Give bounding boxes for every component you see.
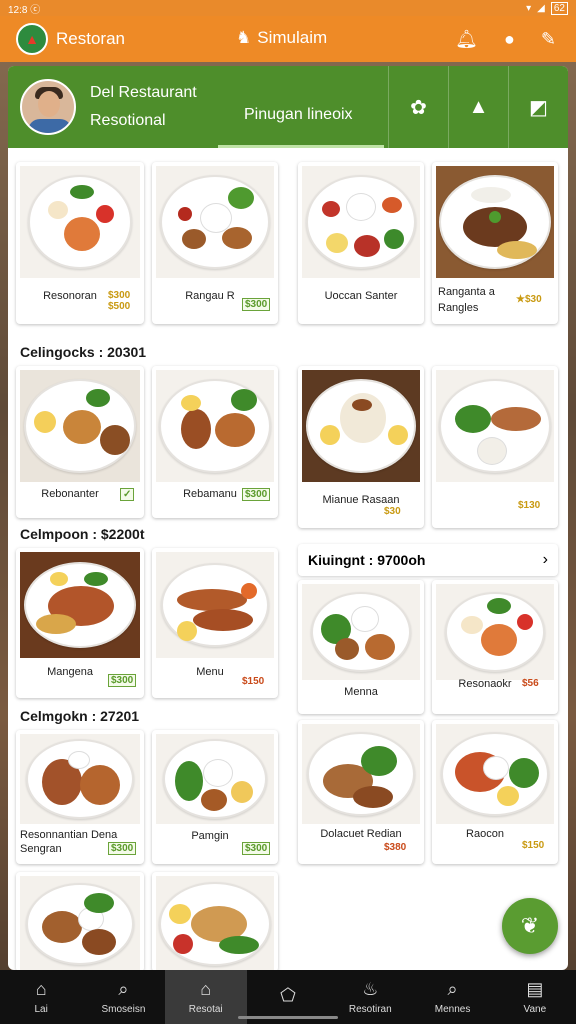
menu-card-price: $300 $500: [108, 290, 131, 312]
menu-card[interactable]: Dolacuet Redian $380: [298, 720, 424, 864]
search-icon: ⌕: [447, 979, 458, 999]
search-icon: ⌕: [118, 979, 129, 999]
menu-card[interactable]: ★ Ranganta a Rangles ★$30: [432, 162, 558, 324]
nav-item-menu[interactable]: ♨ Resotiran: [329, 970, 411, 1024]
menu-card-price: $300: [108, 674, 137, 687]
menu-card-title: Ranganta a Rangles: [438, 286, 495, 314]
notifications-icon[interactable]: 🔔︎: [455, 29, 478, 50]
edit-icon[interactable]: ✎: [541, 29, 556, 50]
share-icon[interactable]: ✿: [388, 66, 448, 148]
menu-card[interactable]: Mianue Rasaan $30: [298, 366, 424, 528]
nav-item-search2[interactable]: ⌕ Mennes: [411, 970, 493, 1024]
menu-card[interactable]: Rangau R $300: [152, 162, 278, 324]
nav-item-search[interactable]: ⌕ Smoseisn: [82, 970, 164, 1024]
menu-card-price: $300: [242, 488, 271, 501]
menu-card[interactable]: [152, 872, 278, 972]
menu-card-price: $300: [242, 842, 271, 855]
battery-icon: 62: [550, 1, 568, 15]
menu-card[interactable]: ✪ Uoccan Santer: [298, 162, 424, 324]
avatar[interactable]: [20, 79, 76, 135]
menu-card[interactable]: Menu $150: [152, 548, 278, 698]
menu-card[interactable]: Resonaokr $56: [432, 580, 558, 714]
menu-card-price: $150: [242, 676, 265, 687]
menu-card-price: ✓: [120, 488, 135, 501]
nav-item-more[interactable]: ▤ Vane: [494, 970, 576, 1024]
menu-card-title: Uoccan Santer: [324, 290, 398, 302]
menu-card-price: $150: [522, 840, 545, 851]
app-logo: ▲: [16, 23, 48, 55]
menu-card-title: Pamgin: [191, 830, 229, 842]
menu-card-title: Raocon: [466, 828, 504, 840]
nav-item-restaurant[interactable]: ⌂ Resotai: [164, 970, 247, 1024]
section-title: Celingocks : 20301: [20, 344, 147, 360]
section-header-bar[interactable]: Kiuingnt : 9700oh ›: [298, 544, 558, 576]
status-time: 12:8 ⓒ: [8, 4, 41, 16]
menu-card-price: $300: [242, 298, 271, 311]
section-title: Celmpoon : $2200t: [20, 526, 145, 542]
home-icon: ⌂: [35, 979, 47, 999]
menu-card-price: ★$30: [516, 294, 542, 305]
menu-card[interactable]: [16, 872, 144, 972]
tab-pinugan[interactable]: Pinugan lineoix: [244, 106, 353, 124]
house-icon: ⌂: [200, 979, 212, 999]
chat-fab-button[interactable]: ❦: [502, 898, 558, 954]
menu-card[interactable]: Resonoran $300 $500: [16, 162, 144, 324]
restaurant-header: Del Restaurant Resotional Pinugan lineoi…: [8, 66, 568, 148]
menu-card-price: $30: [384, 506, 401, 517]
signal-icon: ◢: [537, 2, 545, 14]
tab-indicator: [218, 145, 384, 148]
menu-card-price: $380: [384, 842, 407, 853]
section-title: Kiuingnt : 9700oh: [308, 552, 426, 568]
menu-card-title: Dolacuet Redian: [320, 828, 402, 840]
inbox-icon: ▤: [526, 979, 544, 999]
dish-icon: ♨: [362, 979, 379, 999]
menu-card-title: Menna: [344, 686, 378, 698]
chevron-right-icon[interactable]: ›: [543, 551, 548, 569]
nav-item-home[interactable]: ⌂ Lai: [0, 970, 82, 1024]
menu-card[interactable]: ✪ Rebonanter ✓: [16, 366, 144, 518]
menu-card[interactable]: Raocon $150: [432, 720, 558, 864]
menu-card[interactable]: ✪ $130: [432, 366, 558, 528]
pentagon-icon: ⬠: [280, 984, 296, 1005]
wifi-icon: ▾: [526, 2, 532, 14]
menu-card-price: $56: [522, 678, 539, 689]
compose-icon[interactable]: ◩: [508, 66, 568, 148]
menu-card-title: Mianue Rasaan: [322, 494, 400, 506]
chef-icon: ♞: [236, 28, 252, 47]
user-icon[interactable]: ▲: [448, 66, 508, 148]
menu-card[interactable]: Pamgin $300: [152, 730, 278, 864]
home-indicator: [238, 1016, 338, 1019]
menu-card-price: $130: [518, 500, 541, 511]
menu-card-title: Resonaokr: [458, 678, 512, 690]
leaf-chat-icon: ❦: [520, 913, 540, 938]
menu-card[interactable]: Mangena $300: [16, 548, 144, 698]
menu-card[interactable]: ✪ Menna: [298, 580, 424, 714]
app-bar: ▲ Restoran ♞ Simulaim 🔔︎ ● ✎: [0, 16, 576, 62]
menu-card[interactable]: Resonnantian Dena Sengran $300: [16, 730, 144, 864]
status-bar: 12:8 ⓒ ▾ ◢ 62: [0, 0, 576, 16]
app-title: Restoran: [56, 29, 125, 48]
restaurant-subtitle: Resotional: [90, 112, 166, 129]
restaurant-name: Del Restaurant: [90, 84, 197, 101]
profile-icon[interactable]: ●: [504, 29, 515, 50]
center-title: ♞ Simulaim: [236, 28, 328, 47]
menu-card-price: $300: [108, 842, 137, 855]
section-title: Celmgokn : 27201: [20, 708, 140, 724]
menu-card[interactable]: Rebamanu $300: [152, 366, 278, 518]
